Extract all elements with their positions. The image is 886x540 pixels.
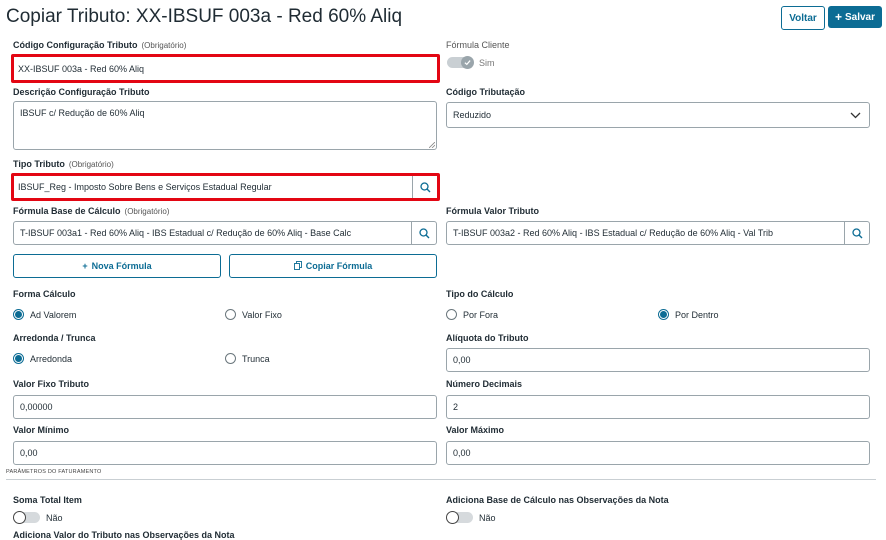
chevron-down-icon bbox=[850, 111, 861, 121]
arredonda-trunca-label: Arredonda / Trunca bbox=[13, 333, 96, 343]
aliquota-label: Alíquota do Tributo bbox=[446, 333, 529, 343]
descricao-textarea[interactable]: IBSUF c/ Redução de 60% Aliq bbox=[13, 101, 437, 150]
section-divider bbox=[6, 479, 876, 480]
formula-cliente-state: Sim bbox=[479, 57, 495, 68]
radio-trunca[interactable]: Trunca bbox=[225, 353, 270, 364]
descricao-label: Descrição Configuração Tributo bbox=[13, 87, 150, 97]
nova-formula-button[interactable]: + Nova Fórmula bbox=[13, 254, 221, 278]
codigo-tributacao-label: Código Tributação bbox=[446, 87, 526, 97]
check-icon bbox=[461, 56, 474, 69]
adiciona-base-obs-toggle[interactable]: Não bbox=[446, 511, 496, 524]
aliquota-input[interactable]: 0,00 bbox=[446, 348, 870, 372]
radio-arredonda[interactable]: Arredonda bbox=[13, 353, 72, 364]
codigo-config-label: Código Configuração Tributo (Obrigatório) bbox=[13, 40, 187, 50]
codigo-config-input[interactable]: XX-IBSUF 003a - Red 60% Aliq bbox=[11, 54, 440, 83]
tipo-tributo-label: Tipo Tributo (Obrigatório) bbox=[13, 159, 114, 169]
adiciona-base-obs-label: Adiciona Base de Cálculo nas Observações… bbox=[446, 495, 669, 505]
forma-calculo-label: Forma Cálculo bbox=[13, 289, 76, 299]
required-hint: (Obrigatório) bbox=[141, 41, 187, 50]
valor-maximo-input[interactable]: 0,00 bbox=[446, 441, 870, 465]
required-hint: (Obrigatório) bbox=[68, 160, 114, 169]
formula-cliente-label: Fórmula Cliente bbox=[446, 40, 510, 50]
formula-valor-input[interactable]: T-IBSUF 003a2 - Red 60% Aliq - IBS Estad… bbox=[446, 221, 870, 245]
soma-total-item-toggle[interactable]: Não bbox=[13, 511, 63, 524]
search-icon[interactable] bbox=[412, 176, 437, 198]
section-faturamento-title: PARÂMETROS DO FATURAMENTO bbox=[6, 469, 102, 475]
salvar-label: Salvar bbox=[844, 11, 876, 23]
salvar-button[interactable]: + Salvar bbox=[828, 6, 882, 28]
plus-icon: + bbox=[834, 10, 842, 24]
formula-valor-label: Fórmula Valor Tributo bbox=[446, 206, 540, 216]
page-title: Copiar Tributo: XX-IBSUF 003a - Red 60% … bbox=[6, 6, 403, 27]
copiar-formula-button[interactable]: Copiar Fórmula bbox=[229, 254, 437, 278]
valor-minimo-label: Valor Mínimo bbox=[13, 425, 70, 435]
resize-handle-icon bbox=[429, 142, 435, 148]
tipo-calculo-label: Tipo do Cálculo bbox=[446, 289, 514, 299]
radio-ad-valorem[interactable]: Ad Valorem bbox=[13, 309, 76, 320]
required-hint: (Obrigatório) bbox=[124, 207, 170, 216]
tipo-tributo-input[interactable]: IBSUF_Reg - Imposto Sobre Bens e Serviço… bbox=[11, 173, 440, 201]
formula-base-label: Fórmula Base de Cálculo (Obrigatório) bbox=[13, 206, 170, 216]
formula-base-input[interactable]: T-IBSUF 003a1 - Red 60% Aliq - IBS Estad… bbox=[13, 221, 437, 245]
adiciona-base-obs-state: Não bbox=[479, 512, 496, 523]
adiciona-valor-obs-label: Adiciona Valor do Tributo nas Observaçõe… bbox=[13, 530, 235, 540]
valor-maximo-label: Valor Máximo bbox=[446, 425, 505, 435]
numero-decimais-label: Número Decimais bbox=[446, 379, 523, 389]
soma-total-item-label: Soma Total Item bbox=[13, 495, 82, 505]
search-icon[interactable] bbox=[411, 222, 436, 244]
radio-por-dentro[interactable]: Por Dentro bbox=[658, 309, 719, 320]
radio-por-fora[interactable]: Por Fora bbox=[446, 309, 498, 320]
numero-decimais-input[interactable]: 2 bbox=[446, 395, 870, 419]
valor-fixo-input[interactable]: 0,00000 bbox=[13, 395, 437, 419]
soma-total-item-state: Não bbox=[46, 512, 63, 523]
codigo-tributacao-select[interactable]: Reduzido bbox=[446, 102, 870, 128]
search-icon[interactable] bbox=[844, 222, 869, 244]
copy-icon bbox=[293, 260, 302, 272]
valor-fixo-label: Valor Fixo Tributo bbox=[13, 379, 90, 389]
plus-icon: + bbox=[82, 261, 88, 271]
voltar-button[interactable]: Voltar bbox=[781, 6, 825, 30]
valor-minimo-input[interactable]: 0,00 bbox=[13, 441, 437, 465]
radio-valor-fixo[interactable]: Valor Fixo bbox=[225, 309, 282, 320]
formula-cliente-toggle[interactable]: Sim bbox=[447, 56, 495, 69]
